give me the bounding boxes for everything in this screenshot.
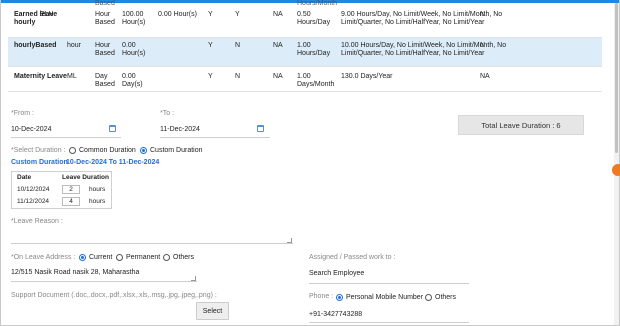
address-current-label: Current [89,254,113,261]
select-duration-label: *Select Duration : [11,147,66,154]
leave-rate: 1.00 Days/Month [297,73,335,88]
on-leave-address-label: *On Leave Address : [11,254,76,261]
leave-type: Day Based [95,73,115,88]
leave-flag-2: N [235,73,241,80]
leave-limits: 9.00 Hours/Day, No Limit/Week, No Limit/… [341,11,503,26]
date-header: Date [17,174,32,181]
phone-underline [309,322,469,323]
leave-rate: 1.00 Hours/Day [297,42,331,57]
leave-days: 100.00 Hour(s) [122,11,146,26]
leave-rate: 0.50 Hours/Day [297,11,331,26]
address-permanent-radio[interactable] [116,254,123,261]
leave-name: Earned leave hourly [14,11,58,26]
scrollbar-thumb[interactable] [615,3,618,153]
leave-code: ELH [40,11,54,18]
address-others-label: Others [173,254,195,261]
phone-others-label: Others [435,294,457,301]
duration-hours-input[interactable]: 2 [62,185,80,194]
duration-unit: hours [89,186,106,193]
common-duration-label: Common Duration [79,147,136,154]
assigned-employee-input[interactable]: Search Employee [309,270,364,277]
leave-na: NA [273,73,283,80]
phone-personal-radio[interactable] [336,294,343,301]
common-duration-radio[interactable] [69,147,76,154]
table-row[interactable]: hourlyBased hour Hour Based 0.00 Hour(s)… [8,38,602,67]
leave-last: N [480,42,486,49]
address-textarea[interactable]: 12/515 Nasik Road nasik 28, Maharastha [11,269,139,276]
address-current-radio[interactable] [79,254,86,261]
leave-last: N [480,11,486,18]
custom-duration-radio[interactable] [140,147,147,154]
to-date-input[interactable]: 11-Dec-2024 [160,126,200,133]
total-leave-duration: Total Leave Duration : 6 [458,115,584,135]
phone-personal-label: Personal Mobile Number [346,294,424,301]
address-permanent-label: Permanent [126,254,161,261]
floating-action-button[interactable] [612,164,620,176]
custom-duration-label: Custom Duration [150,147,203,154]
leave-flag-1: Y [208,42,213,49]
duration-date: 11/12/2024 [17,198,50,205]
leave-days: 0.00 Hour(s) [122,42,146,57]
leave-last: NA [480,73,490,80]
to-underline [160,137,270,138]
leave-name: hourlyBased [14,42,57,49]
leave-days: 0.00 Day(s) [122,73,143,88]
leave-na: NA [273,11,283,18]
table-row[interactable]: Earned leave hourly ELH Hour Based 100.0… [8,5,602,38]
leave-type: Hour Based [95,42,115,57]
calendar-icon[interactable] [109,125,116,132]
phone-label: Phone : [309,293,334,300]
assigned-underline [309,283,469,284]
leave-flag-1: Y [208,73,213,80]
leave-code: hour [67,42,82,49]
table-row[interactable]: Maternity Leave ML Day Based 0.00 Day(s)… [8,67,602,92]
leave-hours: 0.00 Hour(s) [158,11,197,18]
duration-unit: hours [89,198,106,205]
custom-duration-title: Custom Duration [11,159,68,166]
from-date-input[interactable]: 10-Dec-2024 [11,126,51,133]
support-document-label: Support Document (.doc,.docx,.pdf,.xlsx,… [11,292,217,299]
assigned-label: Assigned / Passed work to : [309,254,396,261]
leave-limits: 10.00 Hours/Day, No Limit/Week, No Limit… [341,42,507,57]
leave-na: NA [273,42,283,49]
from-underline [11,137,121,138]
leave-flag-2: N [235,42,241,49]
phone-others-radio[interactable] [425,294,432,301]
leave-name: Maternity Leave [14,73,67,80]
leave-flag-1: Y [208,11,213,18]
address-others-radio[interactable] [163,254,170,261]
duration-date: 10/12/2024 [17,186,50,193]
leave-duration-header: Leave Duration [62,174,109,181]
leave-code: ML [67,73,77,80]
resize-handle-icon[interactable] [287,238,292,243]
leave-reason-underline [11,243,293,244]
duration-table: Date Leave Duration 10/12/2024 2 hours 1… [11,171,112,209]
resize-handle-icon[interactable] [191,276,196,281]
calendar-icon[interactable] [257,125,264,132]
select-file-button[interactable]: Select [196,302,229,320]
leave-flag-2: Y [235,11,240,18]
leave-reason-label: *Leave Reason : [11,218,63,225]
custom-duration-range: 10-Dec-2024 To 11-Dec-2024 [66,159,160,166]
to-label: *To : [160,110,175,117]
phone-number-input[interactable]: +91-3427743288 [309,311,362,318]
leave-type: Hour Based [95,11,115,26]
from-label: *From : [11,110,34,117]
duration-hours-input[interactable]: 4 [62,197,80,206]
address-underline [11,281,197,282]
